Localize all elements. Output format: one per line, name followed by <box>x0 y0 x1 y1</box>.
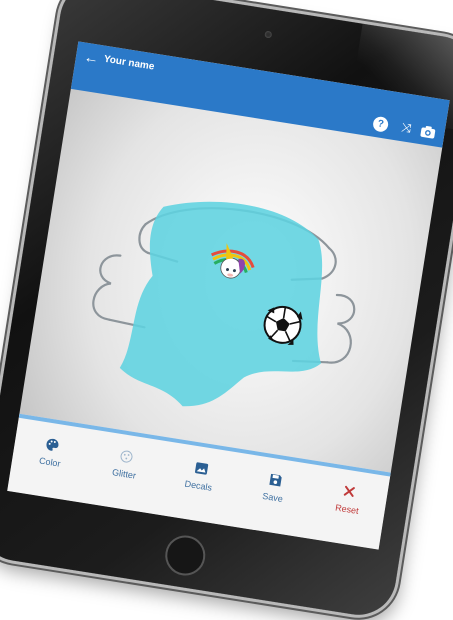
shuffle-icon[interactable]: ⤨ <box>398 120 415 137</box>
glitter-icon <box>119 448 135 464</box>
reset-label: Reset <box>334 502 360 516</box>
arrow-left-icon[interactable]: ← <box>83 49 100 68</box>
close-icon <box>342 483 358 499</box>
save-button[interactable]: Save <box>230 453 316 538</box>
image-icon <box>193 460 209 476</box>
palette-icon <box>45 436 61 452</box>
glitter-button[interactable]: Glitter <box>81 430 167 515</box>
camera-icon[interactable] <box>419 123 436 140</box>
color-label: Color <box>38 455 62 469</box>
help-icon[interactable]: ? <box>372 115 390 133</box>
retainer-preview[interactable] <box>62 156 388 448</box>
save-label: Save <box>261 490 284 504</box>
app-screen: ← Your name ? ⤨ Color Glitter Decals Sav… <box>7 41 450 550</box>
decals-button[interactable]: Decals <box>156 441 242 526</box>
tablet-device: ← Your name ? ⤨ Color Glitter Decals Sav… <box>0 0 453 620</box>
reset-button[interactable]: Reset <box>304 465 390 550</box>
app-title: Your name <box>103 53 156 73</box>
glitter-label: Glitter <box>111 467 137 481</box>
retainer-acrylic <box>119 201 323 407</box>
save-icon <box>267 472 283 488</box>
decals-label: Decals <box>183 478 213 493</box>
color-button[interactable]: Color <box>7 418 93 503</box>
